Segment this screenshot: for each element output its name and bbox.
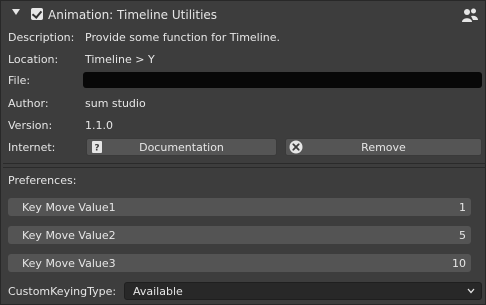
key-move-value2-field[interactable]: Key Move Value2 5: [8, 226, 471, 244]
file-path-field: [83, 72, 482, 88]
documentation-button-label: Documentation: [139, 140, 224, 154]
location-value: Timeline > Y: [85, 53, 155, 66]
documentation-button[interactable]: ? Documentation: [86, 138, 277, 156]
remove-x-icon: [289, 140, 303, 154]
internet-label: Internet:: [8, 141, 56, 154]
enable-addon-checkbox[interactable]: [31, 8, 43, 20]
custom-keying-select[interactable]: Available: [124, 282, 482, 300]
remove-button[interactable]: Remove: [285, 138, 482, 156]
version-value: 1.1.0: [85, 119, 113, 132]
description-value: Provide some function for Timeline.: [85, 31, 281, 44]
version-label: Version:: [8, 119, 53, 132]
key-move-value3-value: 10: [452, 257, 466, 270]
description-label: Description:: [8, 31, 75, 44]
addon-header[interactable]: Animation: Timeline Utilities: [1, 1, 485, 28]
key-move-value3-field[interactable]: Key Move Value3 10: [8, 254, 471, 272]
key-move-value1-label: Key Move Value1: [22, 201, 116, 214]
preferences-heading: Preferences:: [8, 174, 77, 187]
chevron-down-icon: [467, 288, 475, 294]
remove-button-label: Remove: [361, 140, 406, 154]
svg-text:?: ?: [94, 144, 99, 154]
custom-keying-label: CustomKeyingType:: [8, 285, 117, 298]
author-value: sum studio: [85, 97, 146, 110]
key-move-value1-field[interactable]: Key Move Value1 1: [8, 198, 471, 216]
key-move-value2-label: Key Move Value2: [22, 229, 116, 242]
disclosure-triangle-icon[interactable]: [12, 9, 20, 15]
addon-panel: Animation: Timeline Utilities Descriptio…: [0, 0, 486, 305]
file-label: File:: [8, 74, 31, 87]
key-move-value1-value: 1: [459, 201, 466, 214]
key-move-value3-label: Key Move Value3: [22, 257, 116, 270]
author-label: Author:: [8, 97, 49, 110]
custom-keying-selected-value: Available: [133, 285, 183, 298]
section-divider: [3, 163, 485, 164]
users-icon: [462, 8, 478, 22]
key-move-value2-value: 5: [459, 229, 466, 242]
location-label: Location:: [8, 53, 59, 66]
help-document-icon: ?: [92, 141, 102, 154]
addon-title: Animation: Timeline Utilities: [48, 8, 218, 22]
